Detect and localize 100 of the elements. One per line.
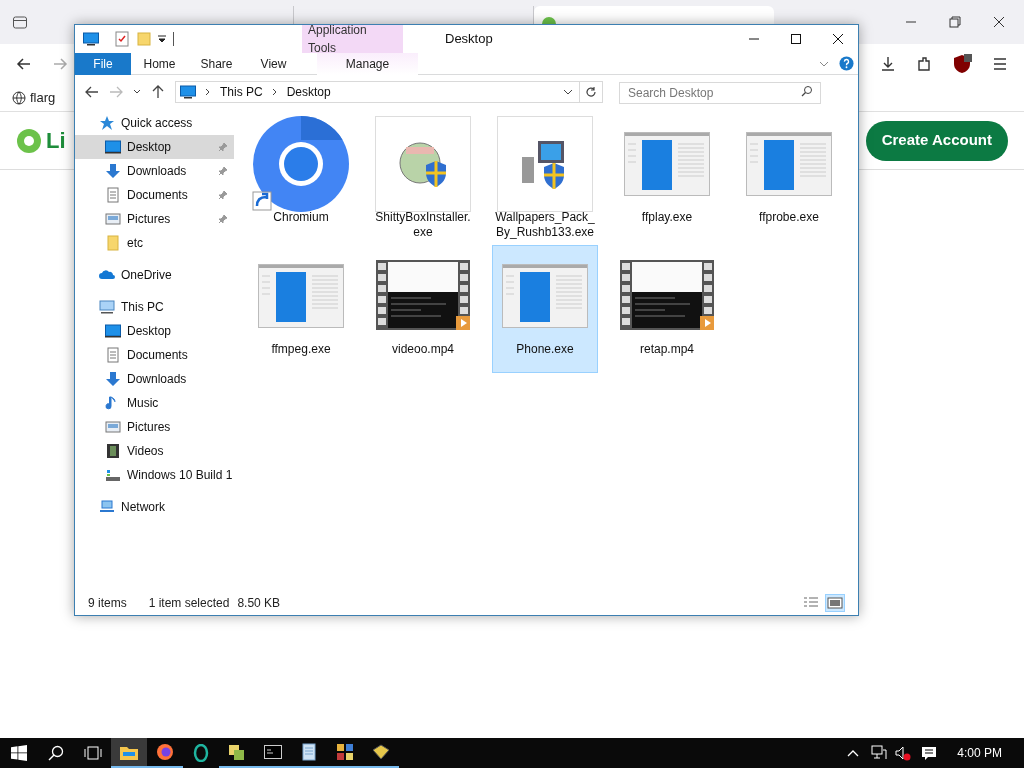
file-item[interactable]: Wallpapers_Pack_ By_Rushb133.exe [492,113,598,241]
firefox-icon[interactable] [156,743,174,761]
film-icon [105,443,121,459]
task-view-icon[interactable] [83,745,103,761]
site-icon [542,14,556,24]
dropdown-caret-icon[interactable] [563,87,573,97]
download-icon [105,371,121,387]
sidebar-item[interactable]: OneDrive [75,263,234,287]
sidebar-item[interactable]: Network [75,495,234,519]
window-thumbnail-icon [746,132,832,196]
search-icon[interactable] [48,745,64,761]
close-icon[interactable] [832,33,844,45]
start-icon[interactable] [11,745,27,761]
file-item[interactable]: ShittyBoxInstaller. exe [370,113,476,241]
tab-list-icon[interactable] [12,14,28,30]
selection-size: 8.50 KB [237,595,281,612]
maximize-icon[interactable] [790,33,802,45]
disc-shield-icon [398,139,448,189]
network-icon[interactable] [871,745,888,761]
recent-caret-icon[interactable] [133,88,141,96]
file-item[interactable]: Phone.exe [492,245,598,373]
folder-icon [120,744,138,760]
bookmark-link[interactable]: flarg [30,87,56,108]
pin-icon[interactable] [218,214,228,224]
clock[interactable]: 4:00 PM [957,744,1002,762]
ribbon-tab[interactable]: View [245,53,302,75]
help-icon[interactable] [839,56,854,71]
sidebar-item[interactable]: Quick access [75,111,234,135]
file-item[interactable]: Chromium [248,113,354,241]
document-icon [105,187,121,203]
ribbon-tab[interactable]: Home [131,53,188,75]
terminal-icon[interactable] [264,745,282,759]
network-icon [99,499,115,515]
ring-icon[interactable] [193,744,209,762]
chromium-icon [251,114,351,214]
breadcrumb[interactable]: Desktop [286,83,331,101]
sidebar-item[interactable]: Documents [75,343,234,367]
breadcrumb[interactable]: This PC [220,83,263,101]
desktop-icon [105,323,121,339]
star-icon [99,115,115,131]
sidebar-item[interactable]: Pictures [75,415,234,439]
package-icon[interactable] [372,744,390,760]
picture-icon [105,211,121,227]
address-bar[interactable]: This PC Desktop [175,81,603,103]
menu-icon[interactable] [992,56,1008,72]
sidebar-item[interactable]: Desktop [75,135,234,159]
chevron-icon [270,88,279,96]
large-icons-view-button[interactable] [825,594,845,612]
sidebar-item[interactable]: Pictures [75,207,234,231]
notification-icon[interactable] [921,745,938,761]
file-explorer-taskbar-button[interactable] [111,738,147,768]
window-app-icon [83,32,99,46]
sidebar-item[interactable]: Downloads [75,159,234,183]
drive-icon [105,467,121,483]
refresh-icon[interactable] [585,86,597,98]
window-thumbnail-icon [624,132,710,196]
computer-icon [99,299,115,315]
sidebar-item[interactable]: Windows 10 Build 1 [75,463,234,487]
file-item[interactable]: ffprobe.exe [736,113,842,241]
create-account-button[interactable]: Create Account [865,120,1008,161]
desktop-icon [105,139,121,155]
ribbon-tab[interactable]: File [75,53,131,75]
document-icon [105,347,121,363]
video-thumbnail-icon [376,260,470,332]
file-item[interactable]: videoo.mp4 [370,245,476,373]
muted-speaker-icon[interactable] [895,745,912,761]
sidebar-item[interactable]: Music [75,391,234,415]
file-item[interactable]: retap.mp4 [614,245,720,373]
file-item[interactable]: ffplay.exe [614,113,720,241]
up-icon[interactable] [151,85,165,99]
pin-icon[interactable] [218,190,228,200]
sidebar-item[interactable]: Desktop [75,319,234,343]
properties-icon[interactable] [115,31,129,47]
file-item[interactable]: ffmpeg.exe [248,245,354,373]
ribbon-tab[interactable]: Manage [317,53,418,75]
grid-app-icon[interactable] [337,744,353,760]
sidebar-item[interactable]: etc [75,231,234,255]
search-field[interactable]: Search Desktop [619,82,821,104]
pin-icon[interactable] [218,166,228,176]
close-icon[interactable] [992,15,1006,29]
sidebar-item[interactable]: Downloads [75,367,234,391]
logo-icon [16,127,42,154]
ribbon-tab[interactable]: Share [188,53,245,75]
customize-caret-icon[interactable] [157,34,167,44]
sidebar-item[interactable]: Videos [75,439,234,463]
chevron-up-icon[interactable] [847,748,860,758]
back-icon[interactable] [16,56,32,72]
notepad-icon[interactable] [302,743,316,761]
video-thumbnail-icon [620,260,714,332]
globe-icon [12,90,26,105]
sidebar-item[interactable]: This PC [75,295,234,319]
download-icon[interactable] [880,56,896,72]
logo-text: Li [46,127,66,155]
window-title: Desktop [445,30,493,49]
files-icon[interactable] [228,743,246,761]
sidebar-item[interactable]: Documents [75,183,234,207]
shield-icon[interactable] [952,54,972,74]
extensions-icon[interactable] [916,56,932,72]
restore-icon[interactable] [948,15,962,29]
back-icon[interactable] [85,85,99,99]
